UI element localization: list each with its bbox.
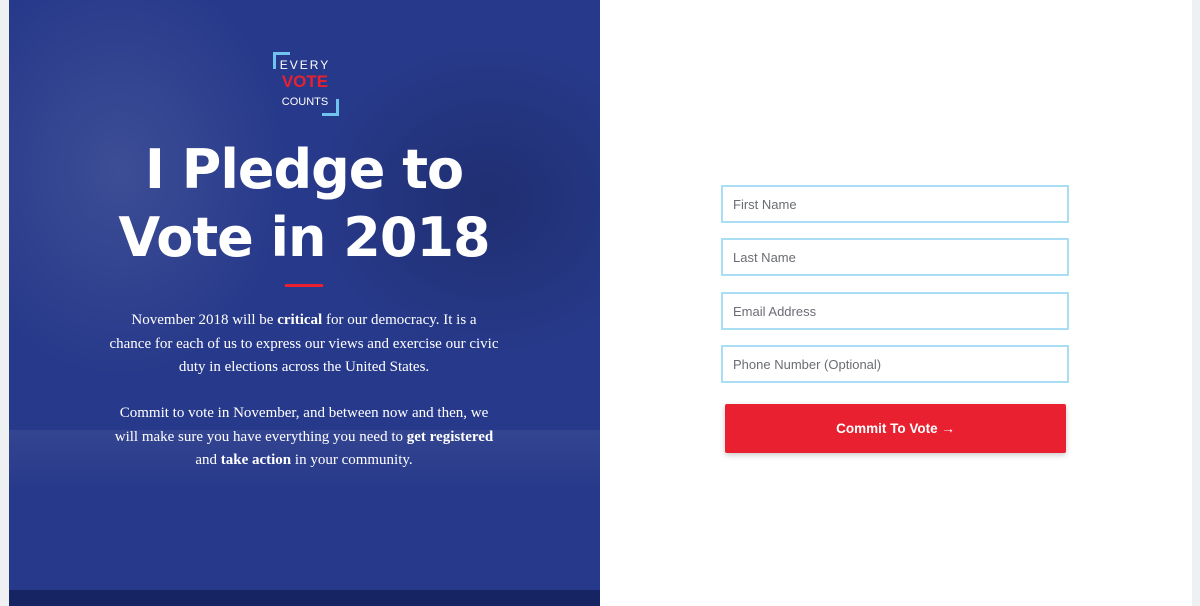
- last-name-input[interactable]: [721, 238, 1069, 276]
- logo-line-every: EVERY: [279, 58, 331, 72]
- commit-emphasis-take-action: take action: [220, 452, 292, 468]
- every-vote-counts-logo: EVERY VOTE COUNTS: [273, 52, 339, 116]
- commit-to-vote-button[interactable]: Commit To Vote →: [725, 404, 1066, 453]
- title-divider: [285, 284, 323, 287]
- left-edge: [0, 0, 9, 606]
- hero-panel: EVERY VOTE COUNTS I Pledge to Vote in 20…: [9, 0, 600, 606]
- commit-text-3: in your community.: [291, 452, 413, 468]
- commit-paragraph: Commit to vote in November, and between …: [109, 402, 499, 473]
- intro-paragraph: November 2018 will be critical for our d…: [109, 309, 499, 380]
- right-edge: [1192, 0, 1200, 606]
- commit-text-2: and: [195, 452, 221, 468]
- page-title: I Pledge to Vote in 2018: [69, 136, 539, 272]
- logo-line-vote: VOTE: [281, 72, 329, 91]
- first-name-input[interactable]: [721, 185, 1069, 223]
- phone-input[interactable]: [721, 345, 1069, 383]
- intro-text-1: November 2018 will be: [131, 312, 278, 328]
- logo-line-counts: COUNTS: [281, 96, 329, 108]
- commit-emphasis-get-registered: get registered: [406, 428, 494, 445]
- title-line-1: I Pledge to: [144, 138, 464, 201]
- hero-background-bottom: [9, 590, 600, 606]
- email-input[interactable]: [721, 292, 1069, 330]
- intro-emphasis-critical: critical: [277, 312, 323, 328]
- title-line-2: Vote in 2018: [118, 206, 490, 269]
- pledge-form-panel: Commit To Vote →: [600, 0, 1192, 606]
